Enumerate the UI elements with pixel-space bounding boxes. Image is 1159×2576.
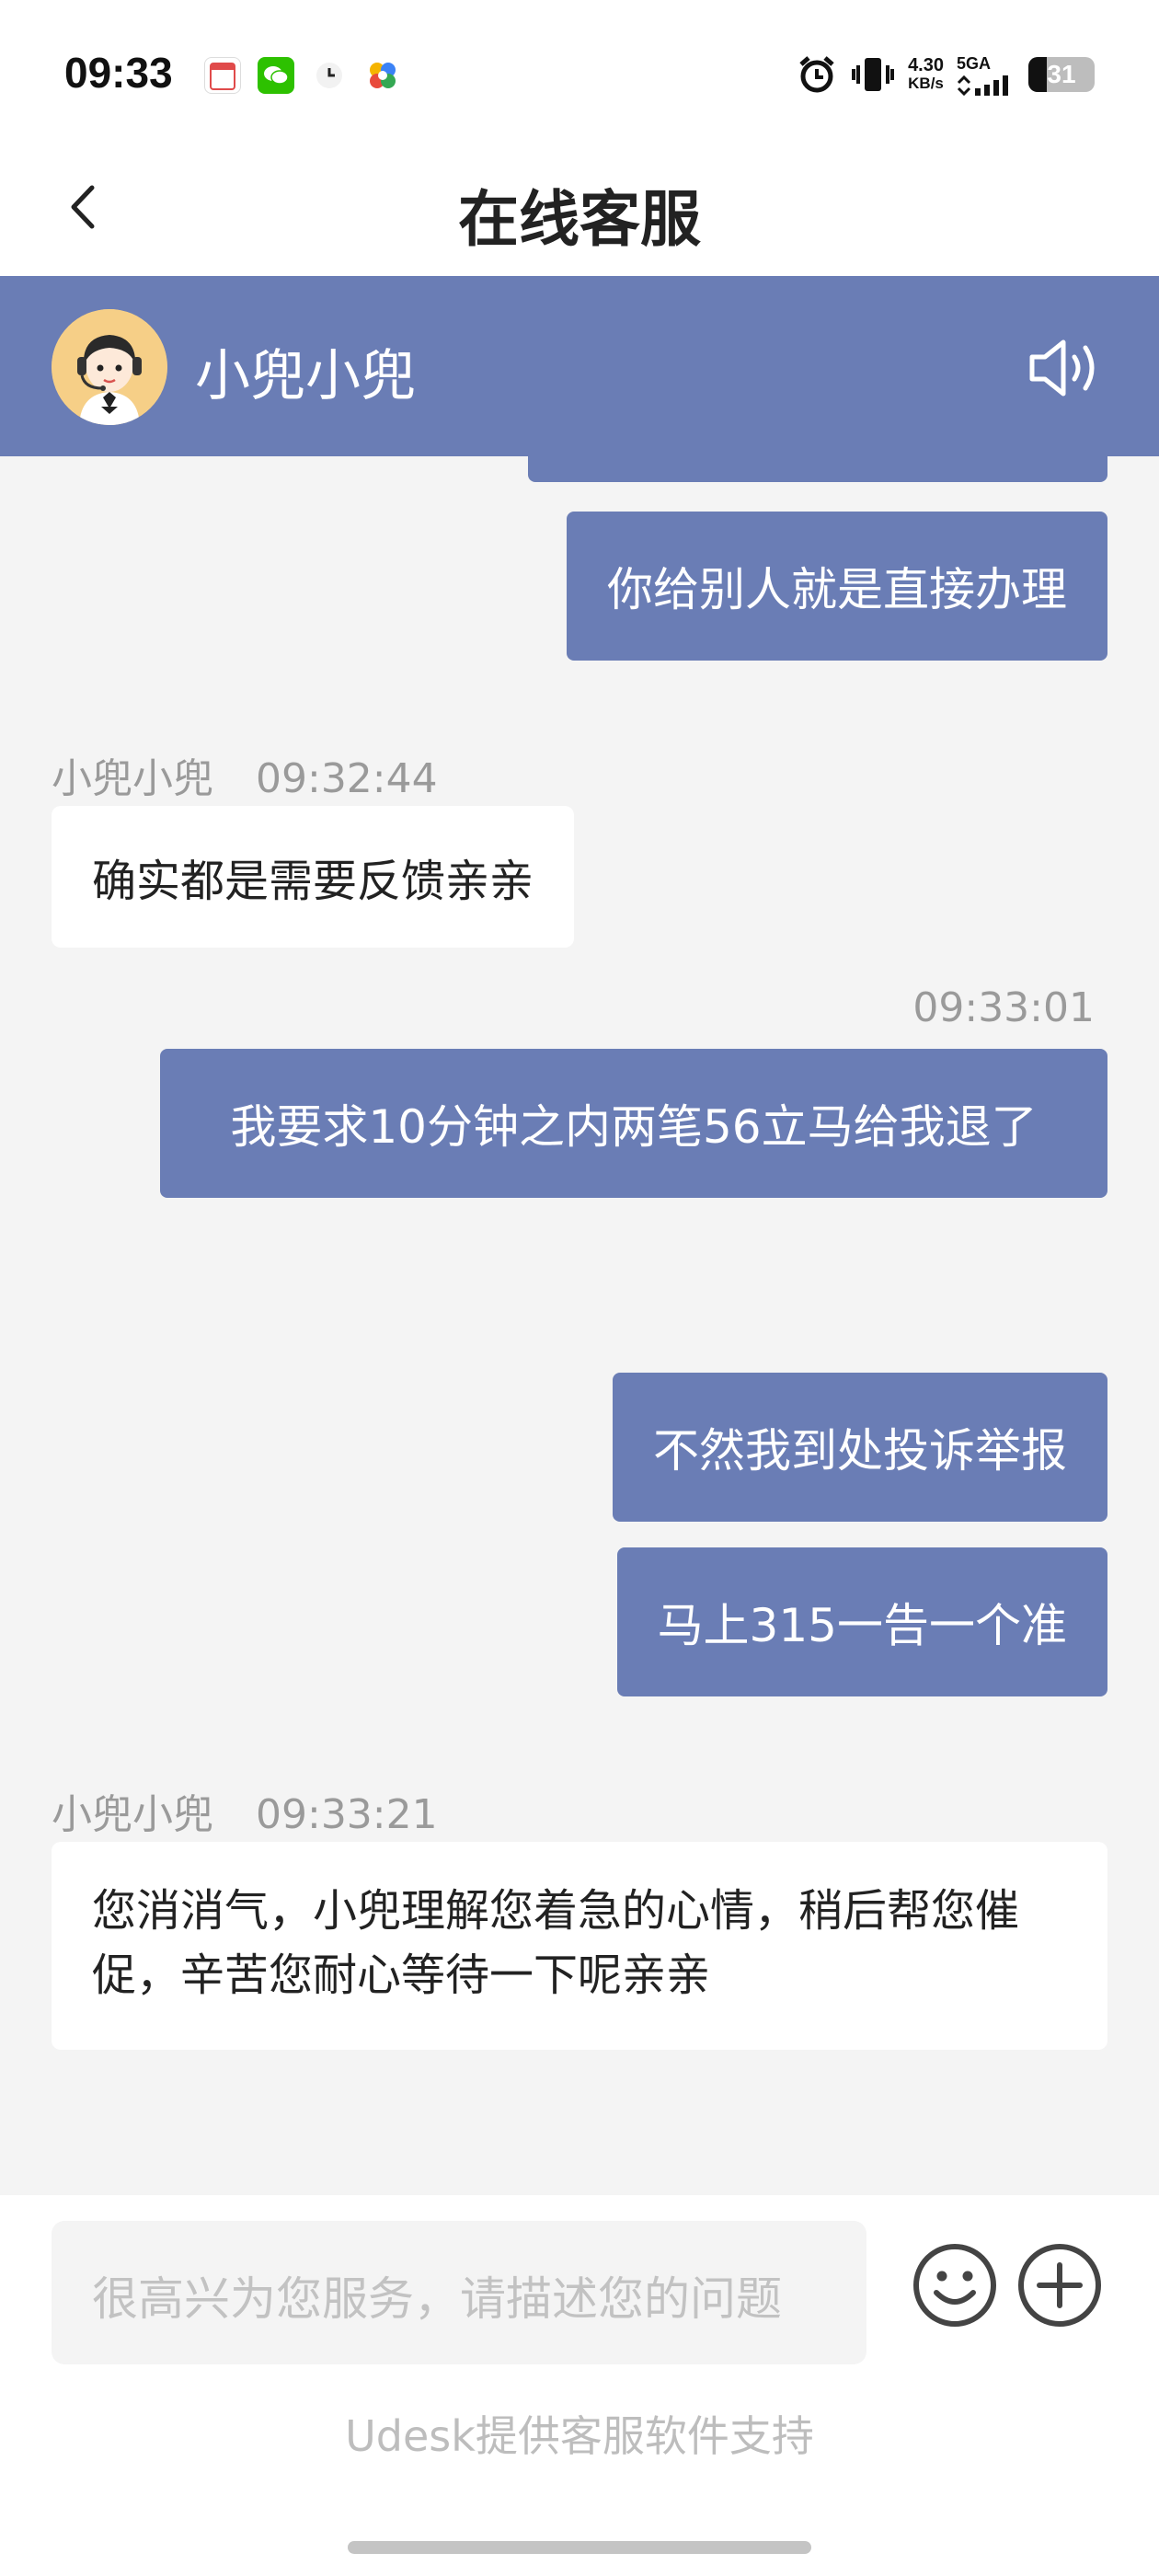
battery-level: 31 — [1047, 60, 1076, 88]
header: 在线客服 — [0, 138, 1159, 276]
message-meta: 小兜小兜 09:33:21 — [52, 1781, 438, 1840]
agent-bar: 小兜小兜 — [0, 276, 1159, 456]
message-input[interactable] — [52, 2221, 866, 2364]
message-text: 马上315一告一个准 — [657, 1599, 1067, 1652]
wechat-app-icon — [258, 57, 294, 94]
message-text: 确实都是需要反馈亲亲 — [92, 856, 534, 907]
input-area: Udesk提供客服软件支持 — [0, 2195, 1159, 2576]
chat-area[interactable]: 你给别人就是直接办理 小兜小兜 09:32:44 确实都是需要反馈亲亲 09:33… — [0, 456, 1159, 2195]
status-time: 09:33 — [64, 49, 173, 97]
message-time: 09:33:21 — [256, 1791, 438, 1838]
network-speed: 4.30 KB/s — [908, 56, 944, 93]
message-text: 你给别人就是直接办理 — [607, 563, 1067, 616]
colorful-app-icon — [364, 57, 401, 94]
message-text: 我要求10分钟之内两笔56立马给我退了 — [230, 1100, 1038, 1154]
agent-name: 小兜小兜 — [195, 344, 416, 408]
chat-bubble-agent: 确实都是需要反馈亲亲 — [52, 806, 575, 948]
chat-bubble-partial — [528, 456, 1107, 482]
network-speed-value: 4.30 — [908, 55, 944, 75]
signal-bars-icon — [957, 75, 1008, 96]
home-indicator[interactable] — [348, 2541, 811, 2554]
sender-name: 小兜小兜 — [52, 755, 213, 802]
clock-app-icon — [311, 57, 348, 94]
network-type: 5GA — [957, 53, 992, 73]
signal-group: 5GA — [957, 54, 1016, 96]
system-icons: 4.30 KB/s 5GA 31 — [796, 53, 1095, 96]
emoji-button[interactable] — [911, 2241, 999, 2329]
speaker-icon — [1029, 339, 1095, 397]
status-bar: 09:33 4.30 KB/s 5GA 31 — [0, 0, 1159, 138]
message-text: 不然我到处投诉举报 — [653, 1424, 1067, 1478]
speaker-button[interactable] — [1025, 331, 1107, 405]
message-meta: 小兜小兜 09:32:44 — [52, 745, 438, 804]
vibrate-icon — [852, 58, 895, 91]
battery-indicator: 31 — [1028, 57, 1095, 92]
message-time: 09:32:44 — [256, 755, 438, 802]
chat-bubble-user: 你给别人就是直接办理 — [567, 512, 1107, 661]
powered-by-text: Udesk提供客服软件支持 — [345, 2411, 814, 2461]
chat-bubble-agent: 您消消气，小兜理解您着急的心情，稍后帮您催促，辛苦您耐心等待一下呢亲亲 — [52, 1842, 1107, 2050]
notification-icons — [204, 57, 401, 94]
more-options-button[interactable] — [1016, 2241, 1104, 2329]
plus-circle-icon — [1018, 2244, 1101, 2327]
agent-avatar — [52, 309, 167, 425]
calendar-app-icon — [204, 57, 241, 94]
smile-icon — [913, 2244, 996, 2327]
chat-bubble-user: 马上315一告一个准 — [616, 1547, 1107, 1696]
chat-bubble-user: 我要求10分钟之内两笔56立马给我退了 — [160, 1049, 1107, 1198]
page-title: 在线客服 — [458, 184, 701, 255]
chat-bubble-user: 不然我到处投诉举报 — [613, 1373, 1107, 1522]
network-speed-unit: KB/s — [908, 75, 944, 92]
message-time: 09:33:01 — [912, 984, 1095, 1031]
alarm-icon — [799, 56, 834, 93]
message-input-box[interactable] — [52, 2221, 866, 2364]
sender-name: 小兜小兜 — [52, 1791, 213, 1838]
message-text: 您消消气，小兜理解您着急的心情，稍后帮您催促，辛苦您耐心等待一下呢亲亲 — [92, 1885, 1020, 2001]
